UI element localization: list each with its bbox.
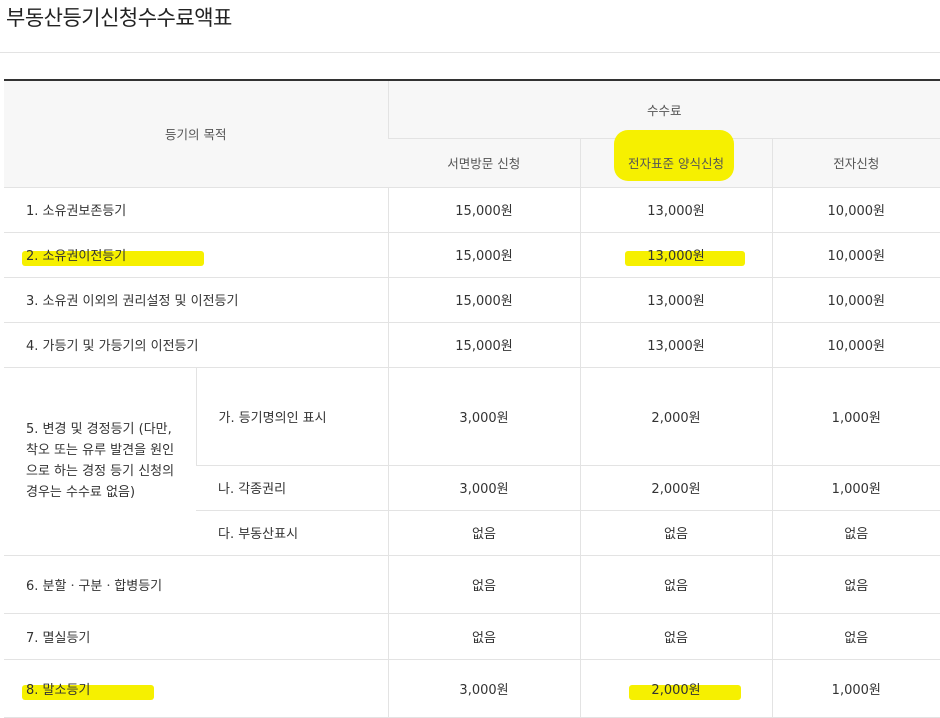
row-label: 6. 분할ㆍ구분ㆍ합병등기 (4, 555, 389, 614)
fee-cell: 1,000원 (771, 465, 940, 511)
table-row: 6. 분할ㆍ구분ㆍ합병등기 없음 없음 없음 (4, 555, 940, 614)
row-label: 3. 소유권 이외의 권리설정 및 이전등기 (4, 277, 389, 323)
table-row: 1. 소유권보존등기 15,000원 13,000원 10,000원 (4, 187, 940, 233)
fee-cell: 15,000원 (387, 322, 581, 368)
fee-cell: 13,000원 (579, 187, 773, 233)
header-col-eform-label: 전자표준 양식신청 (628, 156, 724, 171)
table-row: 4. 가등기 및 가등기의 이전등기 15,000원 13,000원 10,00… (4, 322, 940, 368)
fee-cell: 없음 (387, 510, 581, 556)
fee-table: 등기의 목적 수수료 서면방문 신청 전자표준 양식신청 전자신청 1. 소유권… (4, 79, 940, 718)
fee-cell: 없음 (771, 510, 940, 556)
fee-cell: 없음 (579, 613, 773, 660)
fee-cell: 1,000원 (771, 367, 940, 466)
row-label-cell: 2. 소유권이전등기 (4, 232, 389, 278)
fee-cell: 15,000원 (387, 187, 581, 233)
table-row: 8. 말소등기 3,000원 2,000원 1,000원 (4, 659, 940, 718)
row-label: 7. 멸실등기 (4, 613, 389, 660)
header-col-electronic: 전자신청 (771, 138, 940, 188)
subrow-label: 나. 각종권리 (196, 465, 389, 511)
fee-cell: 3,000원 (387, 659, 581, 718)
fee-cell: 없음 (387, 555, 581, 614)
fee-cell: 없음 (579, 555, 773, 614)
fee-cell: 없음 (771, 613, 940, 660)
row-label-cell: 8. 말소등기 (4, 659, 389, 718)
row-label: 4. 가등기 및 가등기의 이전등기 (4, 322, 389, 368)
fee-value: 2,000원 (651, 682, 701, 698)
header-col-eform: 전자표준 양식신청 (579, 138, 773, 188)
fee-cell: 3,000원 (387, 367, 581, 466)
fee-cell: 1,000원 (771, 659, 940, 718)
header-col-electronic-label: 전자신청 (833, 156, 880, 171)
fee-cell: 없음 (387, 613, 581, 660)
fee-cell-highlighted: 13,000원 (579, 232, 773, 278)
fee-cell-highlighted: 2,000원 (579, 659, 773, 718)
fee-cell: 없음 (771, 555, 940, 614)
fee-value: 13,000원 (647, 249, 705, 264)
table-row: 3. 소유권 이외의 권리설정 및 이전등기 15,000원 13,000원 1… (4, 277, 940, 323)
fee-cell: 없음 (579, 510, 773, 556)
fee-cell: 10,000원 (771, 232, 940, 278)
table-row: 2. 소유권이전등기 15,000원 13,000원 10,000원 (4, 232, 940, 278)
table-row: 7. 멸실등기 없음 없음 없음 (4, 613, 940, 660)
fee-cell: 15,000원 (387, 232, 581, 278)
fee-cell: 2,000원 (579, 367, 773, 466)
fee-cell: 10,000원 (771, 187, 940, 233)
row-label: 8. 말소등기 (26, 682, 91, 698)
fee-cell: 3,000원 (387, 465, 581, 511)
fee-cell: 15,000원 (387, 277, 581, 323)
title-divider (0, 52, 940, 53)
fee-cell: 2,000원 (579, 465, 773, 511)
row-label: 5. 변경 및 경정등기 (다만, 착오 또는 유루 발견을 원인으로 하는 경… (4, 367, 196, 556)
fee-cell: 10,000원 (771, 277, 940, 323)
subrow-label: 가. 등기명의인 표시 (195, 367, 389, 466)
fee-cell: 13,000원 (579, 277, 773, 323)
page-title: 부동산등기신청수수료액표 (6, 6, 232, 30)
row-label: 2. 소유권이전등기 (26, 249, 127, 264)
row-label: 1. 소유권보존등기 (4, 187, 389, 233)
header-col-paper: 서면방문 신청 (388, 138, 581, 188)
table-row: 5. 변경 및 경정등기 (다만, 착오 또는 유루 발견을 원인으로 하는 경… (4, 367, 940, 556)
header-purpose: 등기의 목적 (4, 79, 389, 188)
subrow-label: 다. 부동산표시 (196, 510, 389, 556)
fee-cell: 13,000원 (579, 322, 773, 368)
header-col-paper-label: 서면방문 신청 (447, 156, 521, 171)
fee-cell: 10,000원 (771, 322, 940, 368)
